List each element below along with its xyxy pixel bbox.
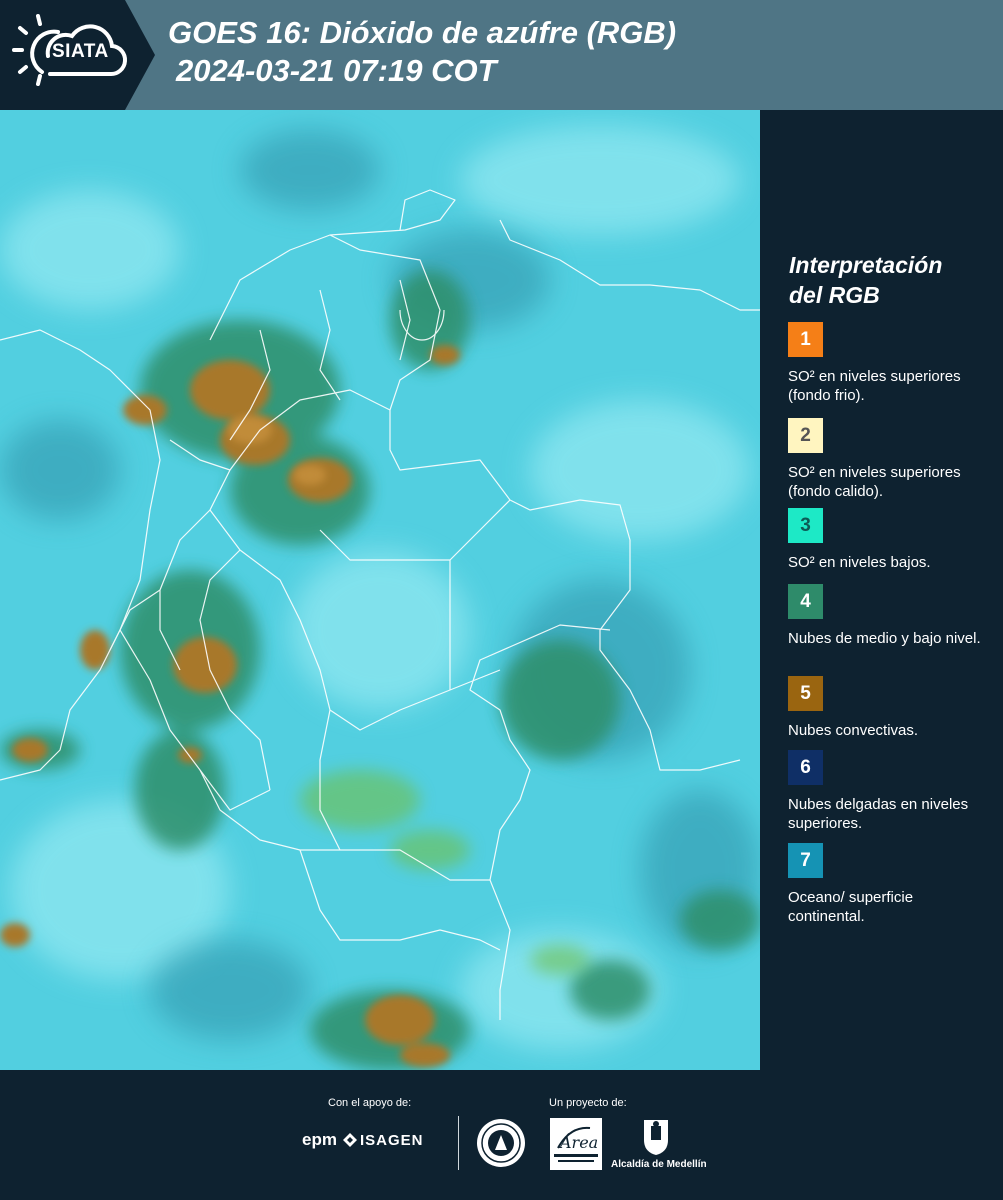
support-label: Con el apoyo de: xyxy=(328,1097,412,1109)
siata-logo-text: SIATA xyxy=(52,41,109,62)
project-label: Un proyecto de: xyxy=(549,1097,627,1109)
legend-label-1: SO² en niveles superiores (fondo frio). xyxy=(788,368,961,404)
legend-swatch-1: 1 xyxy=(788,322,823,357)
legend-label-3: SO² en niveles bajos. xyxy=(788,554,931,571)
footer: Con el apoyo de: Un proyecto de: epm ISA… xyxy=(0,1070,1003,1200)
legend-item-6: 6 Nubes delgadas en niveles superiores. xyxy=(788,750,993,833)
satellite-image xyxy=(0,110,760,1070)
legend-label-4: Nubes de medio y bajo nivel. xyxy=(788,630,981,647)
satellite-map[interactable] xyxy=(0,110,760,1070)
legend-label-5: Nubes convectivas. xyxy=(788,722,919,739)
legend-item-3: 3 SO² en niveles bajos. xyxy=(788,508,993,572)
legend-swatch-7: 7 xyxy=(788,843,823,878)
legend-label-2: SO² en niveles superiores (fondo calido)… xyxy=(788,464,961,500)
area-metropolitana-logo-icon: Área xyxy=(550,1118,602,1170)
epm-logo: epm xyxy=(302,1130,337,1149)
isagen-logo: ISAGEN xyxy=(360,1132,424,1149)
title-timestamp: 2024-03-21 07:19 COT xyxy=(176,53,497,88)
legend-panel: Interpretación del RGB 1 SO² en niveles … xyxy=(760,110,1003,1070)
legend-swatch-2: 2 xyxy=(788,418,823,453)
svg-text:Área: Área xyxy=(558,1132,598,1152)
legend-swatch-6: 6 xyxy=(788,750,823,785)
page-title: GOES 16: Dióxido de azúfre (RGB) 2024-03… xyxy=(168,14,676,90)
legend-title-line2: del RGB xyxy=(789,282,880,308)
legend-title-line1: Interpretación xyxy=(789,252,943,278)
legend-item-7: 7 Oceano/ superficie continental. xyxy=(788,843,993,926)
legend-label-7: Oceano/ superficie continental. xyxy=(788,889,914,925)
legend-item-4: 4 Nubes de medio y bajo nivel. xyxy=(788,584,993,648)
legend-item-1: 1 SO² en niveles superiores (fondo frio)… xyxy=(788,322,993,405)
legend-label-6: Nubes delgadas en niveles superiores. xyxy=(788,796,969,832)
legend-title: Interpretación del RGB xyxy=(789,250,942,310)
legend-swatch-3: 3 xyxy=(788,508,823,543)
legend-swatch-4: 4 xyxy=(788,584,823,619)
alcaldia-label: Alcaldía de Medellín xyxy=(611,1159,707,1170)
legend-item-5: 5 Nubes convectivas. xyxy=(788,676,993,740)
university-seal-icon xyxy=(477,1119,525,1167)
title-product: GOES 16: Dióxido de azúfre (RGB) xyxy=(168,15,677,50)
alcaldia-shield-icon xyxy=(644,1120,668,1155)
footer-divider xyxy=(458,1116,459,1170)
header-bar: SIATA GOES 16: Dióxido de azúfre (RGB) 2… xyxy=(0,0,1003,110)
legend-item-2: 2 SO² en niveles superiores (fondo calid… xyxy=(788,418,993,501)
isagen-icon xyxy=(343,1133,357,1147)
legend-swatch-5: 5 xyxy=(788,676,823,711)
